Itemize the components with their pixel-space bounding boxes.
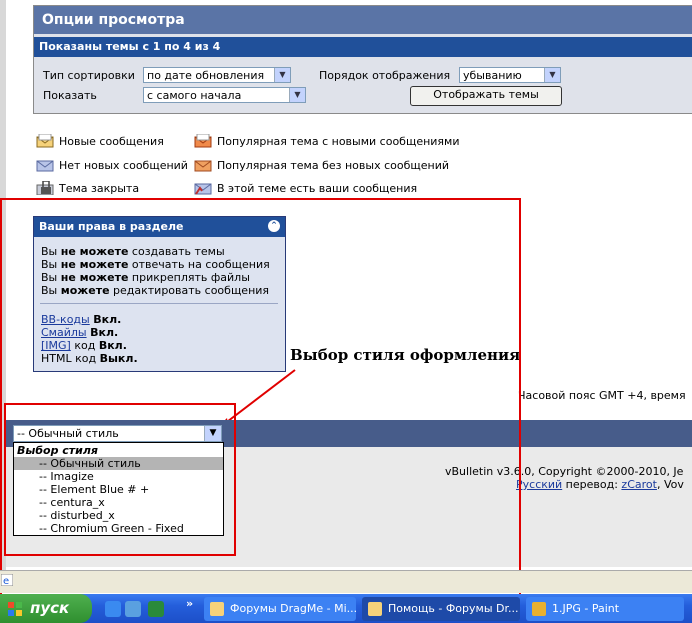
legend-hot-new: Популярная тема с новыми сообщениями (194, 134, 460, 148)
new-posts-icon (36, 134, 54, 148)
paint-icon (532, 602, 546, 616)
russian-link[interactable]: Русский (516, 478, 562, 491)
task-label: Помощь - Форумы Dr... (388, 602, 519, 615)
sort-label: Тип сортировки (43, 69, 135, 82)
chevron-right-icon[interactable]: » (186, 597, 193, 610)
hot-icon (194, 158, 212, 172)
threads-count-text: Показаны темы с 1 по 4 из 4 (34, 37, 692, 57)
show-threads-button[interactable]: Отображать темы (410, 86, 562, 106)
show-select-value: с самого начала (147, 89, 242, 102)
chevron-down-icon[interactable]: ▼ (289, 88, 305, 102)
legend-hot: Популярная тема без новых сообщений (194, 158, 449, 172)
task-paint[interactable]: 1.JPG - Paint (526, 597, 684, 621)
legend-label: Новые сообщения (59, 134, 164, 148)
sort-select-value: по дате обновления (147, 69, 265, 82)
show-label: Показать (43, 89, 97, 102)
no-new-posts-icon (36, 158, 54, 172)
legend-label: В этой теме есть ваши сообщения (217, 181, 418, 195)
order-select-value: убыванию (463, 69, 522, 82)
hot-new-icon (194, 134, 212, 148)
status-bar (0, 570, 692, 593)
page-icon: e (1, 574, 13, 586)
own-posts-icon (194, 181, 212, 195)
legend-no-new-posts: Нет новых сообщений (36, 158, 188, 172)
window-icon (368, 602, 382, 616)
outlook-quicklaunch-icon[interactable] (125, 601, 141, 617)
legend-closed: Тема закрыта (36, 181, 139, 195)
view-options-title: Опции просмотра (34, 6, 692, 34)
legend-own-posts: В этой теме есть ваши сообщения (194, 181, 417, 195)
show-select[interactable]: с самого начала ▼ (143, 87, 306, 103)
translation-line: Русский перевод: zCarot, Vov (516, 478, 684, 491)
legend-label: Нет новых сообщений (59, 158, 188, 172)
view-options-panel: Опции просмотра Показаны темы с 1 по 4 и… (33, 5, 692, 114)
task-label: 1.JPG - Paint (552, 602, 620, 615)
order-label: Порядок отображения (319, 69, 451, 82)
window-icon (210, 602, 224, 616)
timezone-text: Часовой пояс GMT +4, время (518, 389, 686, 402)
legend-label: Популярная тема без новых сообщений (217, 158, 449, 172)
sort-select[interactable]: по дате обновления ▼ (143, 67, 291, 83)
task-help[interactable]: Помощь - Форумы Dr... (362, 597, 520, 621)
translator-link[interactable]: zCarot (621, 478, 657, 491)
highlight-style-selector (4, 403, 236, 556)
legend-new-posts: Новые сообщения (36, 134, 164, 148)
closed-thread-icon (36, 181, 54, 195)
ie-quicklaunch-icon[interactable] (105, 601, 121, 617)
order-select[interactable]: убыванию ▼ (459, 67, 561, 83)
legend-label: Популярная тема с новыми сообщениями (217, 134, 460, 148)
task-forums[interactable]: Форумы DragMe - Mi... (204, 597, 356, 621)
chevron-down-icon[interactable]: ▼ (274, 68, 290, 82)
chevron-down-icon[interactable]: ▼ (544, 68, 560, 82)
windows-logo-icon (8, 602, 22, 616)
start-button[interactable]: пуск (0, 594, 92, 623)
svg-text:e: e (3, 576, 9, 586)
legend-label: Тема закрыта (59, 181, 140, 195)
excel-quicklaunch-icon[interactable] (148, 601, 164, 617)
start-label: пуск (30, 599, 70, 617)
task-label: Форумы DragMe - Mi... (230, 602, 356, 615)
